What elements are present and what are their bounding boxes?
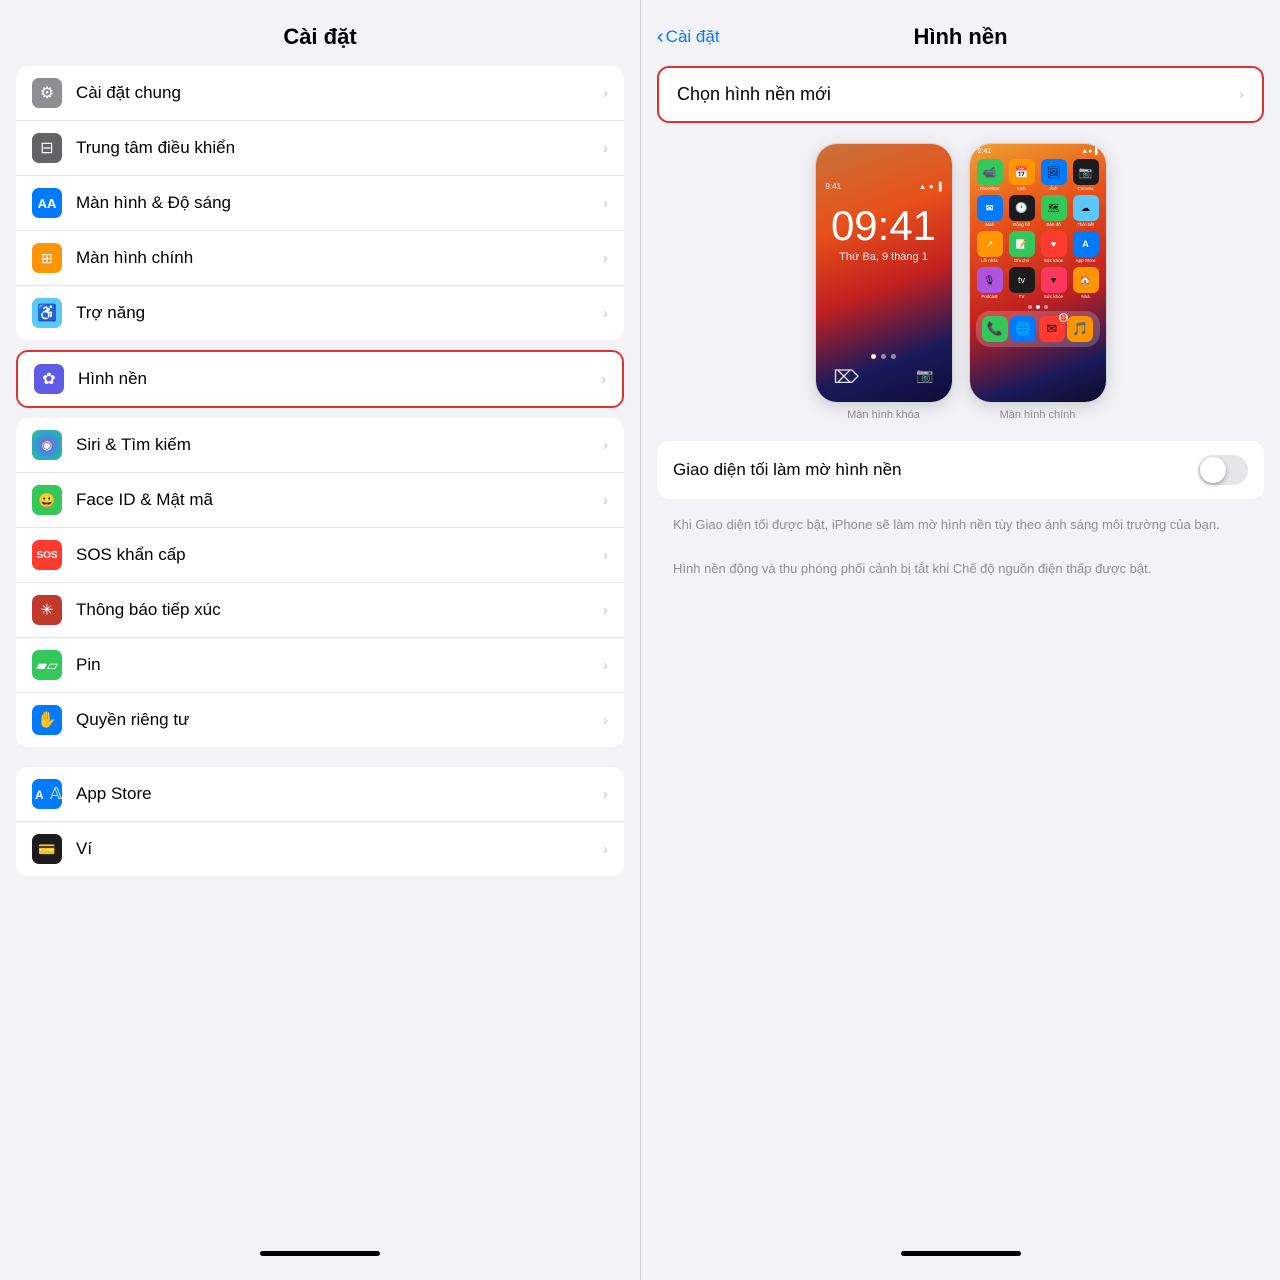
description-text-1: Khi Giao diện tối được bật, iPhone sẽ là… [657,507,1264,551]
item-label: App Store [76,784,603,804]
item-label: Quyền riêng tư [76,710,603,730]
control-center-icon: ⊟ [32,133,62,163]
privacy-icon: ✋ [32,705,62,735]
siri-icon: ◉ [32,430,62,460]
home-bar [260,1251,380,1256]
chevron-icon: › [603,547,608,564]
sos-icon: SOS [32,540,62,570]
gear-icon: ⚙ [32,78,62,108]
accessibility-icon: ♿ [32,298,62,328]
settings-group-3: A 𝔸 App Store › 💳 Ví › [16,767,624,876]
lock-date: Thứ Ba, 9 tháng 1 [831,251,936,263]
toggle-knob [1200,457,1226,483]
battery-icon: ▰▱ [32,650,62,680]
description-text-2: Hình nền động và thu phóng phối cảnh bị … [657,551,1264,595]
choose-wallpaper-button[interactable]: Chọn hình nền mới › [657,66,1264,123]
left-header: Cài đặt [0,0,640,66]
sidebar-item-tro-nang[interactable]: ♿ Trợ năng › [16,286,624,340]
sidebar-item-siri[interactable]: ◉ Siri & Tìm kiếm › [16,418,624,473]
home-bar-right [901,1251,1021,1256]
sidebar-item-sos[interactable]: SOS SOS khẩn cấp › [16,528,624,583]
chevron-icon: › [603,712,608,729]
sidebar-item-man-hinh-do-sang[interactable]: AA Màn hình & Độ sáng › [16,176,624,231]
back-label: Cài đặt [666,27,720,47]
chevron-icon: › [1239,86,1244,103]
chevron-icon: › [603,492,608,509]
sidebar-item-quyen-rieng-tu[interactable]: ✋ Quyền riêng tư › [16,693,624,747]
svg-text:A: A [35,788,44,802]
sidebar-item-app-store[interactable]: A 𝔸 App Store › [16,767,624,822]
sidebar-item-trung-tam-dieu-khien[interactable]: ⊟ Trung tâm điều khiển › [16,121,624,176]
lock-screen-preview: 9:41 ▲ ● ▐ 09:41 Thứ Ba, 9 tháng 1 [815,143,953,403]
settings-group-1: ⚙ Cài đặt chung › ⊟ Trung tâm điều khiển… [16,66,624,340]
sidebar-item-face-id[interactable]: 😀 Face ID & Mật mã › [16,473,624,528]
item-label: Màn hình chính [76,248,603,268]
display-icon: AA [32,188,62,218]
wallpaper-icon: ✿ [34,364,64,394]
face-id-icon: 😀 [32,485,62,515]
item-label: Siri & Tìm kiếm [76,435,603,455]
homescreen-icon: ⊞ [32,243,62,273]
exposure-icon: ✳ [32,595,62,625]
sidebar-item-cai-dat-chung[interactable]: ⚙ Cài đặt chung › [16,66,624,121]
chevron-icon: › [601,371,606,388]
chevron-icon: › [603,841,608,858]
app-store-icon: A 𝔸 [32,779,62,809]
settings-group-2: ◉ Siri & Tìm kiếm › 😀 Face ID & Mật mã ›… [16,418,624,747]
sidebar-item-thong-bao[interactable]: ✳ Thông báo tiếp xúc › [16,583,624,638]
item-label: Trợ năng [76,303,603,323]
lock-time: 09:41 [831,205,936,247]
item-label: Ví [76,839,603,859]
chevron-icon: › [603,602,608,619]
page-title: Hình nền [913,24,1007,50]
left-panel: Cài đặt ⚙ Cài đặt chung › ⊟ Trung tâm đi… [0,0,640,1280]
item-label: Hình nền [78,369,601,389]
wallpaper-previews: 9:41 ▲ ● ▐ 09:41 Thứ Ba, 9 tháng 1 [657,143,1264,421]
chevron-icon: › [603,657,608,674]
choose-wallpaper-label: Chọn hình nền mới [677,84,1239,105]
item-label: SOS khẩn cấp [76,545,603,565]
back-chevron-icon: ‹ [657,26,664,49]
chevron-icon: › [603,195,608,212]
chevron-icon: › [603,85,608,102]
item-label: Cài đặt chung [76,83,603,103]
chevron-icon: › [603,305,608,322]
item-label: Face ID & Mật mã [76,490,603,510]
back-button[interactable]: ‹ Cài đặt [657,26,720,49]
chevron-icon: › [603,786,608,803]
item-label: Màn hình & Độ sáng [76,193,603,213]
right-panel: ‹ Cài đặt Hình nền Chọn hình nền mới › 9… [640,0,1280,1280]
chevron-icon: › [603,250,608,267]
wallpaper-section: Chọn hình nền mới › 9:41 ▲ ● ▐ 09:41 Thứ… [641,66,1280,594]
sidebar-item-vi[interactable]: 💳 Ví › [16,822,624,876]
dark-mode-blur-toggle[interactable] [1198,455,1248,485]
wallet-icon: 💳 [32,834,62,864]
item-label: Trung tâm điều khiển [76,138,603,158]
home-screen-preview: 9:41 ▲●▐ 📹 FaceTime 📅 [969,143,1107,403]
sidebar-item-hinh-nen[interactable]: ✿ Hình nền › [18,352,622,406]
sidebar-item-man-hinh-chinh[interactable]: ⊞ Màn hình chính › [16,231,624,286]
item-label: Thông báo tiếp xúc [76,600,603,620]
sidebar-item-pin[interactable]: ▰▱ Pin › [16,638,624,693]
chevron-icon: › [603,140,608,157]
toggle-row: Giao diện tối làm mờ hình nền [657,441,1264,499]
toggle-label: Giao diện tối làm mờ hình nền [673,460,1198,480]
right-header: ‹ Cài đặt Hình nền [641,0,1280,66]
chevron-icon: › [603,437,608,454]
lock-screen-label: Màn hình khóa [847,409,920,421]
item-label: Pin [76,655,603,675]
home-screen-label: Màn hình chính [1000,409,1076,421]
